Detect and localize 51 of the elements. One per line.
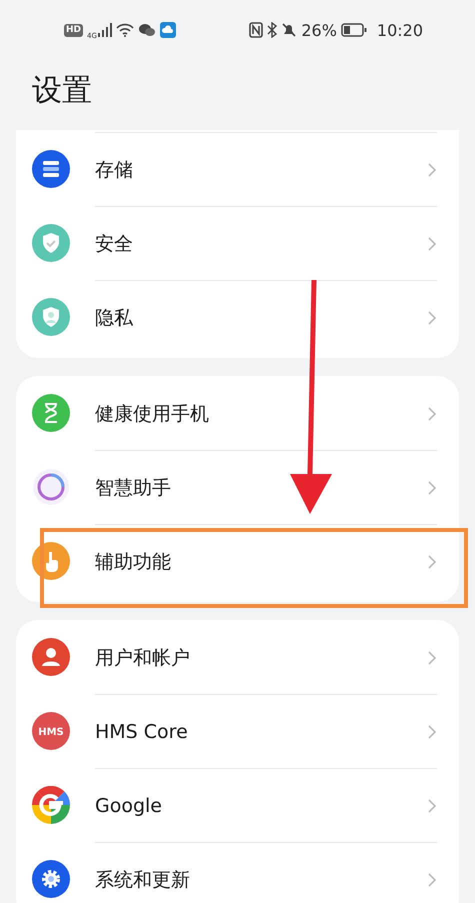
bluetooth-icon [267, 22, 278, 38]
settings-item[interactable]: 系统和更新 [16, 842, 459, 903]
settings-item[interactable]: HMS HMS Core [16, 694, 459, 768]
item-label: 用户和帐户 [95, 646, 191, 670]
muted-bell-icon [281, 22, 298, 38]
settings-item[interactable]: 辅助功能 [16, 524, 459, 598]
chevron-icon [427, 162, 437, 178]
item-label: 隐私 [95, 306, 134, 330]
item-label: 智慧助手 [95, 476, 172, 500]
storage-icon [32, 150, 70, 188]
battery-icon [340, 23, 367, 37]
item-label: 辅助功能 [95, 550, 172, 574]
chevron-icon [427, 650, 437, 666]
user-icon [32, 638, 70, 676]
chevron-icon [427, 798, 437, 814]
chat-bubbles-icon [138, 23, 156, 37]
chevron-icon [427, 724, 437, 740]
item-label: 存储 [95, 158, 134, 182]
item-label: 系统和更新 [95, 868, 191, 892]
clock-time: 10:20 [376, 20, 423, 40]
shield-check-icon [32, 224, 70, 262]
settings-item[interactable]: 健康使用手机 [16, 376, 459, 450]
settings-item[interactable]: Google [16, 768, 459, 842]
item-label: HMS Core [95, 720, 189, 742]
chevron-icon [427, 310, 437, 326]
ring-icon [32, 468, 70, 506]
item-label: Google [95, 794, 164, 816]
hms-icon: HMS [32, 712, 70, 750]
multicolor-g-icon [32, 786, 70, 824]
settings-item[interactable]: 存储 [16, 132, 459, 206]
signal-icon [98, 23, 112, 37]
hourglass-icon [32, 394, 70, 432]
chevron-icon [427, 480, 437, 496]
settings-item[interactable]: 用户和帐户 [16, 620, 459, 694]
chevron-icon [427, 236, 437, 252]
hd-badge: HD [64, 24, 84, 36]
item-label: 健康使用手机 [95, 402, 210, 426]
wifi-icon [116, 23, 134, 37]
hand-icon [32, 542, 70, 580]
chevron-icon [427, 872, 437, 888]
cloud-app-icon [160, 22, 176, 38]
chevron-icon [427, 554, 437, 570]
settings-item[interactable]: 安全 [16, 206, 459, 280]
settings-icon [32, 860, 70, 898]
page-title: 设置 [32, 72, 93, 110]
battery-percent: 26% [301, 20, 337, 40]
item-label: 安全 [95, 232, 134, 256]
nfc-icon [249, 22, 264, 38]
settings-item[interactable]: 隐私 [16, 280, 459, 354]
chevron-icon [427, 406, 437, 422]
shield-person-icon [32, 298, 70, 336]
